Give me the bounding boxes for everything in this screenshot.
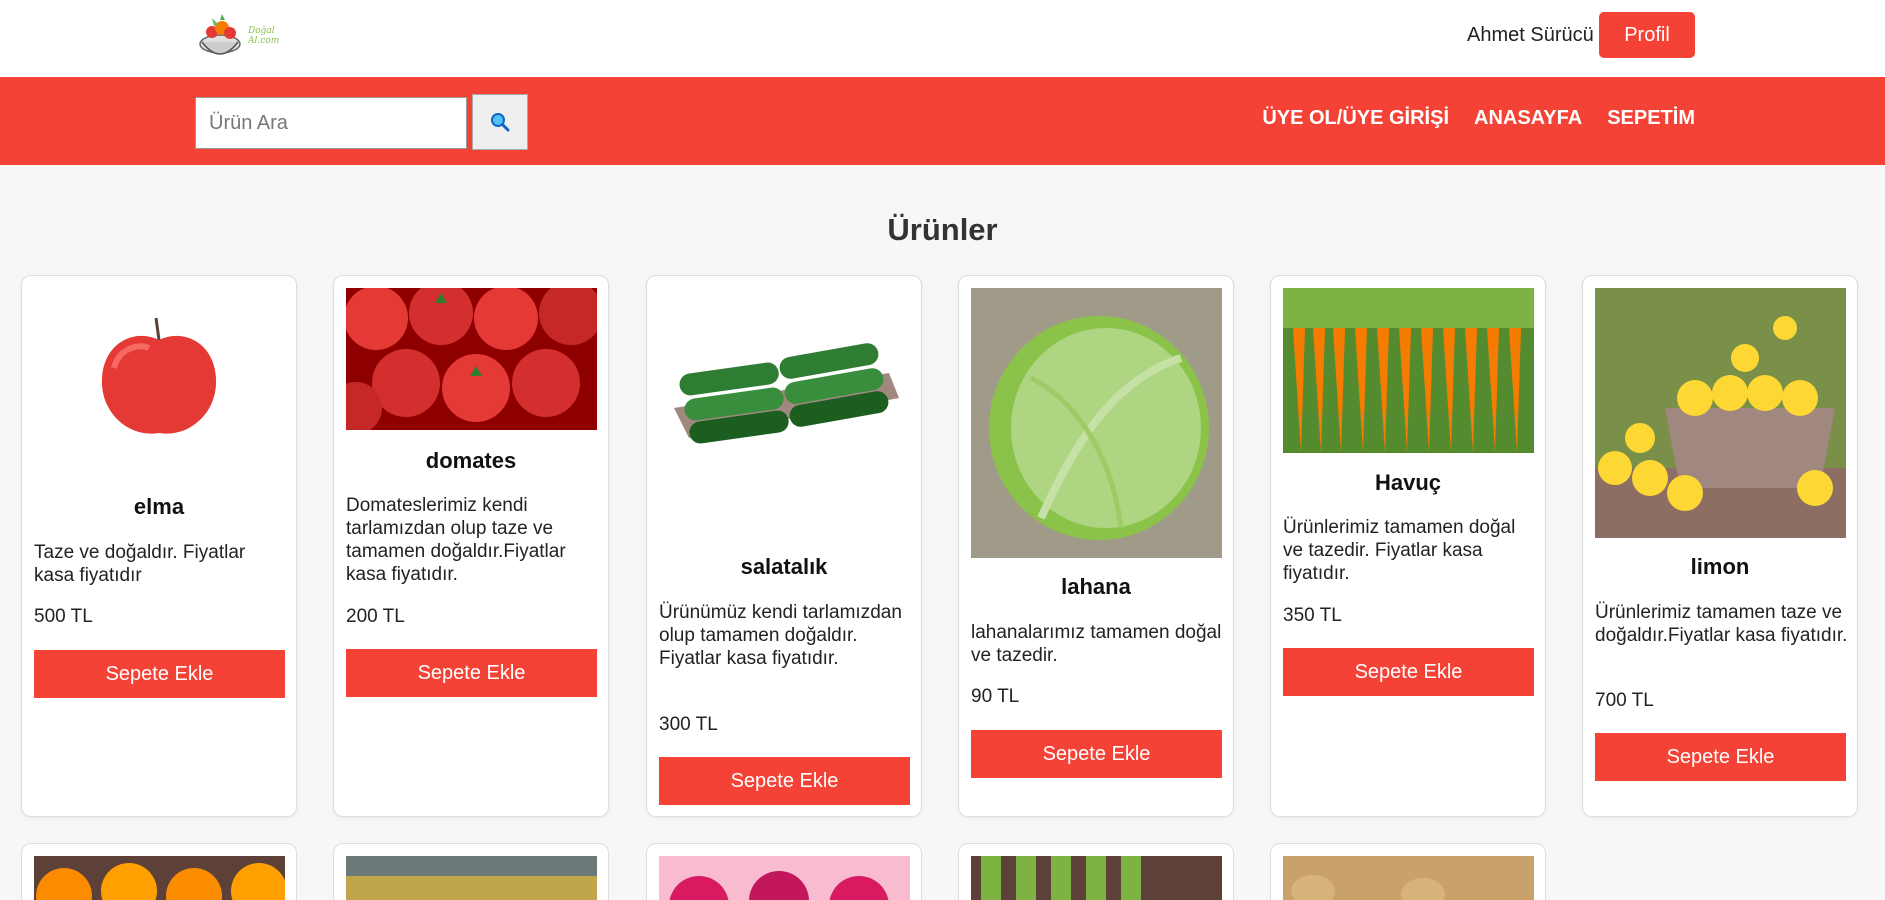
add-to-cart-button[interactable]: Sepete Ekle	[1595, 733, 1846, 781]
product-image-leek	[971, 856, 1222, 900]
product-description: Ürünlerimiz tamamen taze ve doğaldır.Fiy…	[1595, 602, 1848, 646]
product-card-row2-3	[646, 843, 922, 900]
product-image-market	[346, 856, 597, 900]
product-description: lahanalarımız tamamen doğal ve tazedir.	[971, 622, 1222, 666]
logo-text: Doğal Al.com	[248, 26, 280, 46]
product-price: 200 TL	[346, 606, 405, 627]
product-image-tomato	[346, 288, 597, 430]
product-price: 500 TL	[34, 606, 93, 627]
product-card-row2-1	[21, 843, 297, 900]
page-title: Ürünler	[887, 212, 998, 247]
top-bar: Doğal Al.com Ahmet Sürücü Profil	[0, 0, 1885, 77]
product-card-elma: elma Taze ve doğaldır. Fiyatlar kasa fiy…	[21, 275, 297, 817]
product-description: Ürünümüz kendi tarlamızdan olup tamamen …	[659, 602, 902, 669]
product-name: limon	[1690, 554, 1750, 579]
nav-link-register-login[interactable]: ÜYE OL/ÜYE GİRİŞİ	[1262, 107, 1449, 130]
product-name: elma	[133, 494, 185, 519]
product-card-domates: domates Domateslerimiz kendi tarlamızdan…	[333, 275, 609, 817]
product-name: domates	[425, 448, 517, 473]
product-card-row2-5	[1270, 843, 1546, 900]
product-image-apple	[34, 288, 285, 458]
nav-link-home[interactable]: ANASAYFA	[1474, 107, 1582, 130]
product-image-cucumber	[659, 288, 910, 484]
product-name: salatalık	[740, 554, 828, 579]
nav-links: ÜYE OL/ÜYE GİRİŞİ ANASAYFA SEPETİM	[1262, 107, 1695, 130]
product-description: Domateslerimiz kendi tarlamızdan olup ta…	[346, 495, 566, 585]
add-to-cart-button[interactable]: Sepete Ekle	[1283, 648, 1534, 696]
user-name: Ahmet Sürücü	[1467, 24, 1594, 46]
product-card-salatalik: salatalık Ürünümüz kendi tarlamızdan olu…	[646, 275, 922, 817]
nav-link-cart[interactable]: SEPETİM	[1607, 107, 1695, 130]
product-image-potato	[1283, 856, 1534, 900]
product-image-lemon	[1595, 288, 1846, 538]
product-card-lahana: lahana lahanalarımız tamamen doğal ve ta…	[958, 275, 1234, 817]
product-price: 300 TL	[659, 714, 718, 735]
add-to-cart-button[interactable]: Sepete Ekle	[34, 650, 285, 698]
add-to-cart-button[interactable]: Sepete Ekle	[346, 649, 597, 697]
search-button[interactable]	[472, 94, 528, 150]
product-image-orange	[34, 856, 287, 900]
product-price: 700 TL	[1595, 690, 1654, 711]
product-price: 90 TL	[971, 686, 1020, 707]
product-card-row2-2	[333, 843, 609, 900]
add-to-cart-button[interactable]: Sepete Ekle	[971, 730, 1222, 778]
search-placeholder: Ürün Ara	[209, 111, 288, 134]
product-image-radish	[659, 856, 910, 900]
add-to-cart-button[interactable]: Sepete Ekle	[659, 757, 910, 805]
product-name: lahana	[1061, 574, 1131, 599]
product-card-limon: limon Ürünlerimiz tamamen taze ve doğald…	[1582, 275, 1858, 817]
product-image-carrot	[1283, 288, 1534, 453]
product-image-cabbage	[971, 288, 1222, 558]
product-card-row2-4	[958, 843, 1234, 900]
product-description: Ürünlerimiz tamamen doğal ve tazedir. Fi…	[1283, 517, 1516, 584]
product-description: Taze ve doğaldır. Fiyatlar kasa fiyatıdı…	[34, 542, 246, 586]
search-input[interactable]: Ürün Ara	[195, 97, 467, 149]
product-name: Havuç	[1374, 470, 1442, 495]
product-card-havuc: Havuç Ürünlerimiz tamamen doğal ve tazed…	[1270, 275, 1546, 817]
magnifier-icon	[491, 113, 510, 132]
profile-button[interactable]: Profil	[1599, 12, 1695, 58]
product-price: 350 TL	[1283, 605, 1342, 626]
main-navbar: Ürün Ara ÜYE OL/ÜYE GİRİŞİ ANASAYFA SEPE…	[0, 77, 1885, 165]
site-logo[interactable]: Doğal Al.com	[198, 8, 304, 60]
